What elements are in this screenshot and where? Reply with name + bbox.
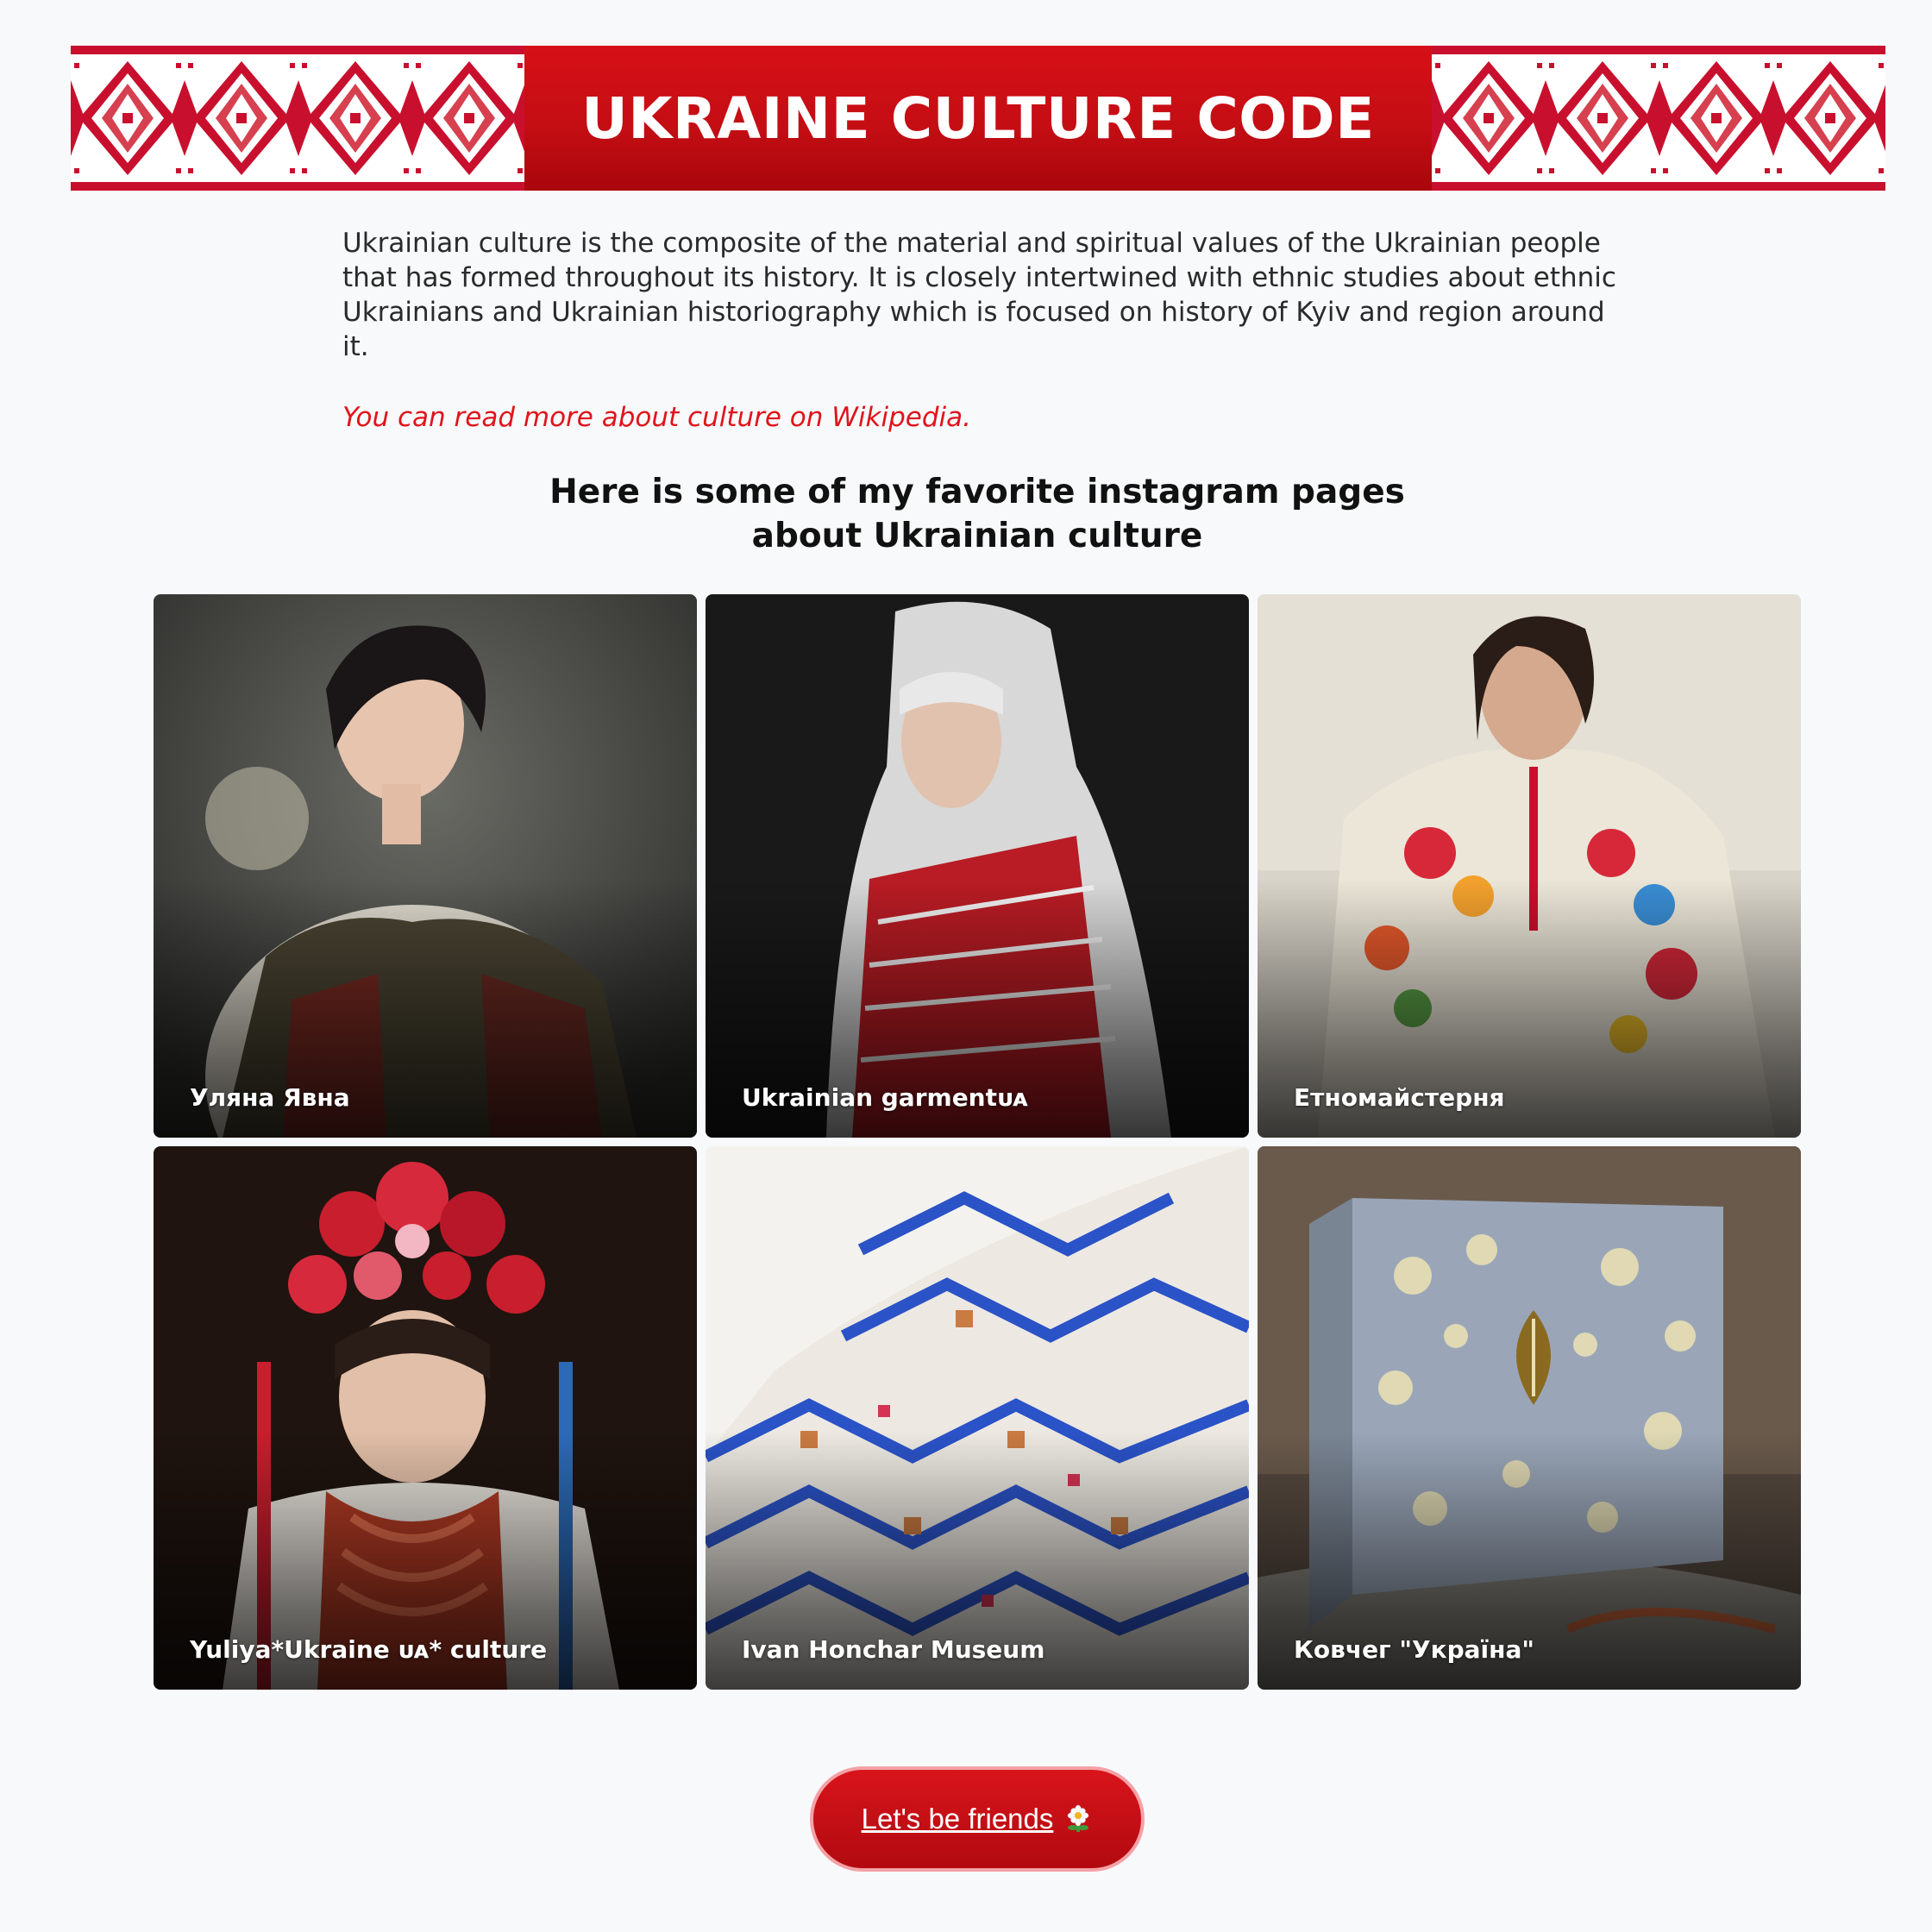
card-label: Yuliya*Ukraine ᴜᴀ* culture xyxy=(190,1635,548,1664)
wikipedia-link[interactable]: You can read more about culture on Wikip… xyxy=(342,402,971,433)
instagram-cards-grid: Уляна Явна Ukrainian garmentᴜᴀ Етномайст… xyxy=(154,594,1801,1690)
header-banner: UKRAINE CULTURE CODE xyxy=(71,46,1885,191)
card-label: Етномайстерня xyxy=(1294,1083,1505,1112)
lets-be-friends-button[interactable]: Let's be friends xyxy=(810,1766,1145,1872)
flower-icon xyxy=(1063,1804,1093,1834)
right-embroidery-ornament xyxy=(1432,46,1885,191)
instagram-card-ukrainian-garment[interactable]: Ukrainian garmentᴜᴀ xyxy=(706,594,1249,1138)
card-label: Ivan Honchar Museum xyxy=(742,1635,1045,1664)
intro-section: Ukrainian culture is the composite of th… xyxy=(342,226,1619,364)
favorites-heading: Here is some of my favorite instagram pa… xyxy=(362,470,1592,558)
button-label: Let's be friends xyxy=(861,1803,1054,1835)
title-box: UKRAINE CULTURE CODE xyxy=(524,46,1432,191)
card-label: Ukrainian garmentᴜᴀ xyxy=(742,1083,1029,1112)
favorites-heading-line2: about Ukrainian culture xyxy=(751,517,1203,555)
favorites-heading-line1: Here is some of my favorite instagram pa… xyxy=(549,473,1405,511)
intro-paragraph: Ukrainian culture is the composite of th… xyxy=(342,228,1616,362)
instagram-card-yuliya[interactable]: Yuliya*Ukraine ᴜᴀ* culture xyxy=(154,1146,697,1690)
instagram-card-etnomaisternia[interactable]: Етномайстерня xyxy=(1258,594,1801,1138)
card-label: Уляна Явна xyxy=(190,1083,350,1112)
instagram-card-kovcheg-ukraina[interactable]: Ковчег "Україна" xyxy=(1258,1146,1801,1690)
left-embroidery-ornament xyxy=(71,46,524,191)
card-label: Ковчег "Україна" xyxy=(1294,1635,1534,1664)
instagram-card-ivan-honchar-museum[interactable]: Ivan Honchar Museum xyxy=(706,1146,1249,1690)
page-title: UKRAINE CULTURE CODE xyxy=(581,85,1375,152)
instagram-card-uliana[interactable]: Уляна Явна xyxy=(154,594,697,1138)
